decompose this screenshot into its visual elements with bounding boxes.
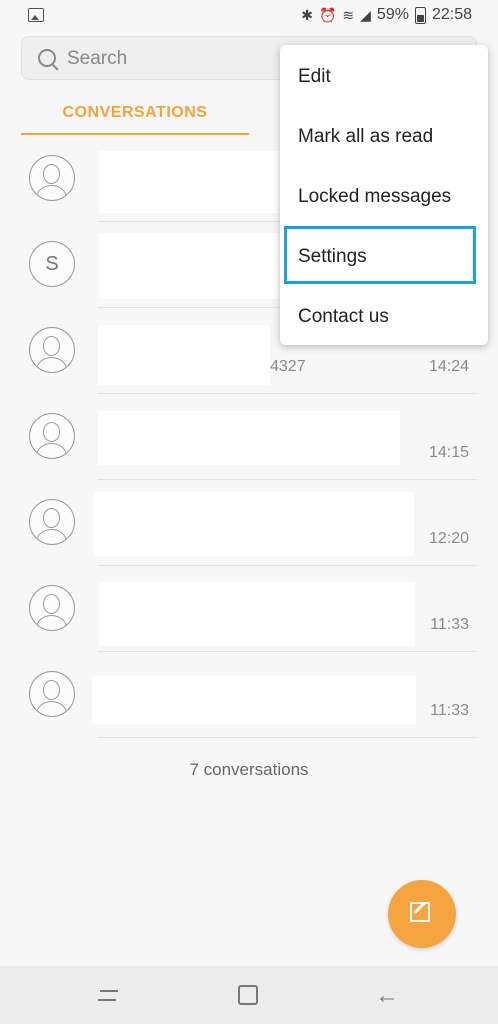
contact-avatar: S bbox=[29, 241, 75, 287]
wifi-icon: ≋ bbox=[342, 6, 355, 23]
conversation-time: 14:15 bbox=[428, 444, 469, 461]
contact-avatar bbox=[29, 155, 75, 201]
redacted-content bbox=[99, 582, 415, 646]
avatar-letter: S bbox=[45, 252, 59, 275]
contact-avatar bbox=[29, 585, 75, 631]
navigation-bar: ← bbox=[0, 966, 498, 1024]
search-icon bbox=[38, 49, 56, 67]
conversation-row[interactable]: 12:20 bbox=[21, 480, 477, 566]
conversation-time: 11:33 bbox=[430, 702, 469, 719]
redacted-content bbox=[99, 151, 279, 213]
conversation-time: 14:24 bbox=[428, 358, 469, 375]
back-icon[interactable]: ← bbox=[375, 982, 399, 1010]
conversation-count: 7 conversations bbox=[189, 760, 309, 779]
contact-avatar bbox=[29, 671, 75, 717]
compose-button[interactable] bbox=[388, 880, 456, 948]
conversation-row[interactable]: 11:33 bbox=[21, 652, 477, 738]
conversation-snippet: 4327 bbox=[270, 358, 306, 375]
menu-item-mark-all-read[interactable]: Mark all as read bbox=[298, 126, 433, 148]
redacted-content bbox=[98, 325, 270, 385]
menu-item-edit[interactable]: Edit bbox=[298, 66, 331, 88]
contact-avatar bbox=[29, 327, 75, 373]
status-bar: ✱ ⏰ ≋ ◢ 59% 22:58 bbox=[0, 0, 498, 32]
menu-item-contact-us[interactable]: Contact us bbox=[298, 306, 389, 328]
signal-icon: ◢ bbox=[360, 6, 371, 23]
alarm-icon: ⏰ bbox=[318, 6, 337, 23]
redacted-content bbox=[94, 492, 414, 556]
contact-avatar bbox=[29, 499, 75, 545]
contact-avatar bbox=[29, 413, 75, 459]
tab-conversations-label: CONVERSATIONS bbox=[62, 104, 208, 121]
redacted-content bbox=[92, 676, 416, 724]
redacted-content bbox=[98, 411, 400, 465]
recent-apps-icon[interactable] bbox=[98, 986, 118, 1004]
redacted-content bbox=[99, 233, 279, 299]
battery-percent: 59% bbox=[376, 6, 409, 23]
conversation-time: 11:33 bbox=[430, 616, 469, 633]
menu-item-locked-messages[interactable]: Locked messages bbox=[298, 186, 451, 208]
home-icon[interactable] bbox=[238, 985, 258, 1005]
status-icons: ✱ ⏰ ≋ ◢ 59% 22:58 bbox=[301, 6, 472, 24]
conversation-row[interactable]: 11:33 bbox=[21, 566, 477, 652]
clock: 22:58 bbox=[431, 6, 472, 23]
bluetooth-icon: ✱ bbox=[301, 6, 313, 23]
overflow-menu: Edit Mark all as read Locked messages Se… bbox=[280, 45, 488, 345]
tab-conversations[interactable]: CONVERSATIONS bbox=[21, 95, 249, 135]
search-placeholder: Search bbox=[67, 48, 128, 69]
gallery-notification-icon bbox=[28, 8, 44, 22]
conversation-row[interactable]: 14:15 bbox=[21, 394, 477, 480]
conversation-time: 12:20 bbox=[428, 530, 469, 547]
battery-icon bbox=[414, 6, 426, 24]
menu-item-settings[interactable]: Settings bbox=[298, 246, 367, 268]
compose-icon bbox=[410, 902, 430, 922]
